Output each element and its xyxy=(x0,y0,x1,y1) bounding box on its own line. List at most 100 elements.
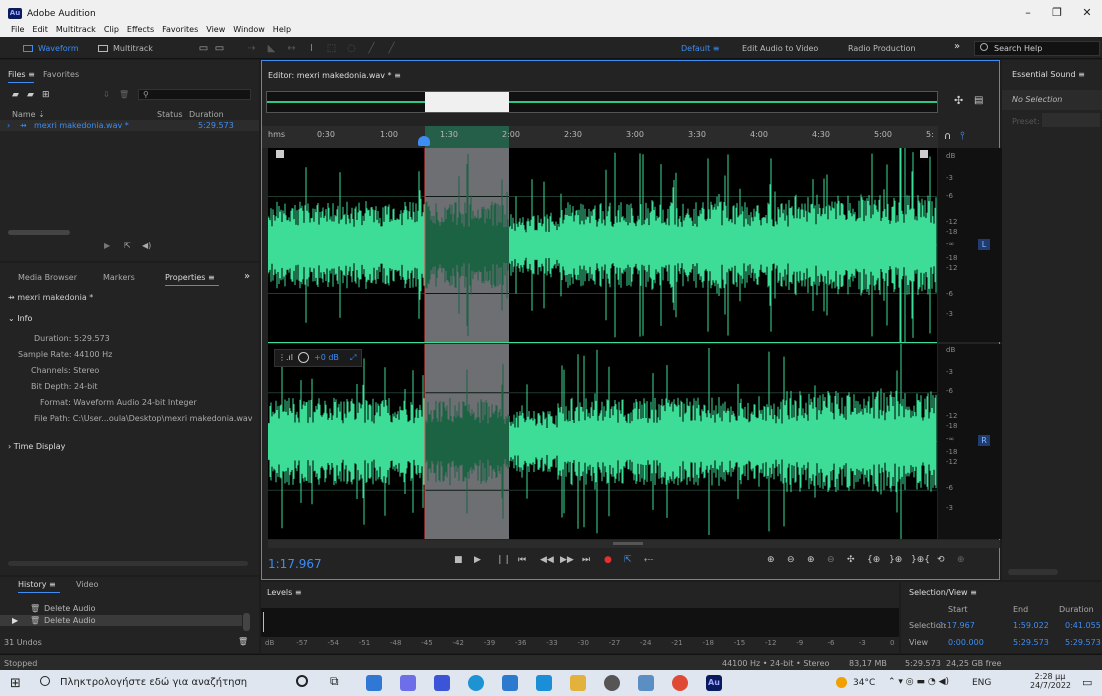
expand-chevron-icon[interactable]: › xyxy=(7,121,10,130)
properties-scrollbar[interactable] xyxy=(8,561,248,566)
store-icon[interactable] xyxy=(502,675,518,691)
view-end-value[interactable]: 5:29.573 xyxy=(1013,638,1049,647)
marquee-tool-icon[interactable]: ⬚ xyxy=(326,43,337,54)
move-tool-icon[interactable]: ⇢ xyxy=(246,43,257,54)
tab-history[interactable]: History ≡ xyxy=(18,580,56,589)
zoom-to-selected-track-icon[interactable]: ⟲ xyxy=(937,555,945,565)
delete-history-icon[interactable]: 🗑 xyxy=(238,637,248,646)
maximize-button[interactable]: ❐ xyxy=(1044,6,1070,20)
file-explorer-icon[interactable] xyxy=(570,675,586,691)
menu-favorites[interactable]: Favorites xyxy=(162,22,198,37)
more-panels-button[interactable]: » xyxy=(244,271,250,282)
record-icon[interactable]: ● xyxy=(604,555,612,565)
tab-video[interactable]: Video xyxy=(76,580,98,589)
windows-start-icon[interactable]: ⊞ xyxy=(10,676,21,691)
overview-bar[interactable] xyxy=(266,91,938,113)
file-row[interactable]: › ⇸ mexri makedonia.wav * 5:29.573 xyxy=(0,120,259,131)
zoom-in-amplitude-icon[interactable]: ⊕ xyxy=(767,555,775,565)
skip-selection-icon[interactable]: ⤎ xyxy=(644,555,653,565)
lasso-tool-icon[interactable]: ◌ xyxy=(346,43,357,54)
task-view-icon[interactable]: ⧉ xyxy=(330,674,339,689)
taskbar-app-icon[interactable] xyxy=(400,675,416,691)
weather-sun-icon[interactable] xyxy=(836,677,847,688)
waveform-mode-button[interactable]: Waveform xyxy=(18,42,79,56)
menu-edit[interactable]: Edit xyxy=(32,22,48,37)
zoom-out-amplitude-icon[interactable]: ⊖ xyxy=(787,555,795,565)
multitrack-mode-button[interactable]: Multitrack xyxy=(93,42,153,56)
chrome-icon[interactable] xyxy=(672,675,688,691)
rewind-icon[interactable]: ◀◀ xyxy=(540,555,554,565)
razor-tool-icon[interactable]: ◣ xyxy=(266,43,277,54)
meter-pin-icon[interactable]: ⫯ xyxy=(960,129,965,143)
input-language[interactable]: ENG xyxy=(972,678,991,688)
move-to-previous-icon[interactable]: ⏮ xyxy=(518,555,526,565)
time-selection-tool-icon[interactable]: I xyxy=(306,43,317,54)
import-file-icon[interactable]: ▰ xyxy=(27,90,34,100)
waveform-right-channel[interactable]: ⋮ .ıl +0 dB ⤢ xyxy=(268,344,937,539)
zoom-to-selection-icon[interactable]: }⊕{ xyxy=(911,555,930,565)
selection-view-title[interactable]: Selection/View ≡ xyxy=(909,588,977,597)
insert-into-multitrack-icon[interactable]: ⇩ xyxy=(103,90,110,99)
zoom-in-at-out-point-icon[interactable]: }⊕ xyxy=(889,555,902,565)
loop-playback-icon[interactable]: ⇱ xyxy=(624,555,632,565)
zoom-out-time-icon[interactable]: ⊖ xyxy=(827,555,835,565)
pause-icon[interactable]: ❙❙ xyxy=(496,555,511,565)
zoom-in-at-in-point-icon[interactable]: {⊕ xyxy=(867,555,880,565)
view-start-value[interactable]: 0:00.000 xyxy=(948,638,984,647)
loop-preview-icon[interactable]: ⇱ xyxy=(124,241,131,250)
view-duration-value[interactable]: 5:29.573 xyxy=(1065,638,1101,647)
essential-scrollbar[interactable] xyxy=(1008,569,1058,575)
zoom-in-time-icon[interactable]: ⊕ xyxy=(807,555,815,565)
selection-end-value[interactable]: 1:59.022 xyxy=(1013,621,1049,630)
waveform-left-channel[interactable] xyxy=(268,148,937,342)
zoom-reset-icon[interactable]: ⊕ xyxy=(957,555,965,565)
zoom-to-selection-icon[interactable]: ✣ xyxy=(954,94,963,107)
close-button[interactable]: ✕ xyxy=(1074,6,1100,20)
move-to-next-icon[interactable]: ⏭ xyxy=(582,555,590,565)
brush-tool-icon[interactable]: ╱ xyxy=(366,43,377,54)
taskbar-app-icon[interactable] xyxy=(434,675,450,691)
tab-favorites[interactable]: Favorites xyxy=(43,70,79,79)
clock[interactable]: 2:28 μμ 24/7/2022 xyxy=(1030,672,1071,690)
selection-duration-value[interactable]: 0:41.055 xyxy=(1065,621,1101,630)
spot-healing-icon[interactable]: ╱ xyxy=(386,43,397,54)
pin-hud-icon[interactable]: ⤢ xyxy=(350,353,356,363)
corner-handle-icon[interactable] xyxy=(276,150,284,158)
current-time-display[interactable]: 1:17.967 xyxy=(268,557,322,571)
volume-knob[interactable] xyxy=(298,352,309,363)
horizontal-scrollbar[interactable] xyxy=(268,540,1000,548)
menu-window[interactable]: Window xyxy=(233,22,265,37)
workspace-edit-audio-to-video[interactable]: Edit Audio to Video xyxy=(742,44,818,53)
system-tray-icons[interactable]: ⌃ ▾ ◎ ▬ ◔ ◀) xyxy=(888,677,949,687)
tab-files[interactable]: Files ≡ xyxy=(8,70,35,79)
col-duration-header[interactable]: Duration xyxy=(189,110,224,119)
spectral-frequency-icon[interactable]: ▭ xyxy=(198,43,209,54)
history-item-current[interactable]: ▶ 🗑 Delete Audio xyxy=(0,615,242,626)
col-name-header[interactable]: Name ⇣ xyxy=(12,110,45,119)
preset-dropdown[interactable] xyxy=(1042,113,1100,127)
play-icon[interactable]: ▶ xyxy=(474,555,481,565)
notifications-icon[interactable]: ▭ xyxy=(1082,676,1092,689)
tab-properties[interactable]: Properties ≡ xyxy=(165,273,215,282)
taskbar-app-icon[interactable] xyxy=(638,675,654,691)
open-file-icon[interactable]: ▰ xyxy=(12,90,19,100)
essential-sound-title[interactable]: Essential Sound ≡ xyxy=(1012,70,1085,79)
workspace-default[interactable]: Default ≡ xyxy=(681,44,719,53)
levels-title[interactable]: Levels ≡ xyxy=(267,588,302,597)
fast-forward-icon[interactable]: ▶▶ xyxy=(560,555,574,565)
cortana-icon[interactable] xyxy=(296,675,308,687)
slip-tool-icon[interactable]: ↔ xyxy=(286,43,297,54)
time-display-section-header[interactable]: › Time Display xyxy=(8,442,65,451)
audition-taskbar-icon[interactable]: Au xyxy=(706,675,722,691)
files-scrollbar[interactable] xyxy=(8,230,70,235)
delete-file-icon[interactable]: 🗑 xyxy=(119,90,129,99)
settings-gear-icon[interactable] xyxy=(604,675,620,691)
menu-file[interactable]: File xyxy=(11,22,24,37)
playhead-handle[interactable] xyxy=(418,136,430,146)
menu-multitrack[interactable]: Multitrack xyxy=(56,22,96,37)
play-preview-icon[interactable]: ▶ xyxy=(104,241,110,250)
search-help-input[interactable]: Search Help xyxy=(974,41,1100,56)
headphones-icon[interactable]: ∩ xyxy=(944,131,951,142)
channel-label-r[interactable]: R xyxy=(978,435,990,446)
taskbar-search-input[interactable]: Πληκτρολογήστε εδώ για αναζήτηση xyxy=(60,677,247,688)
